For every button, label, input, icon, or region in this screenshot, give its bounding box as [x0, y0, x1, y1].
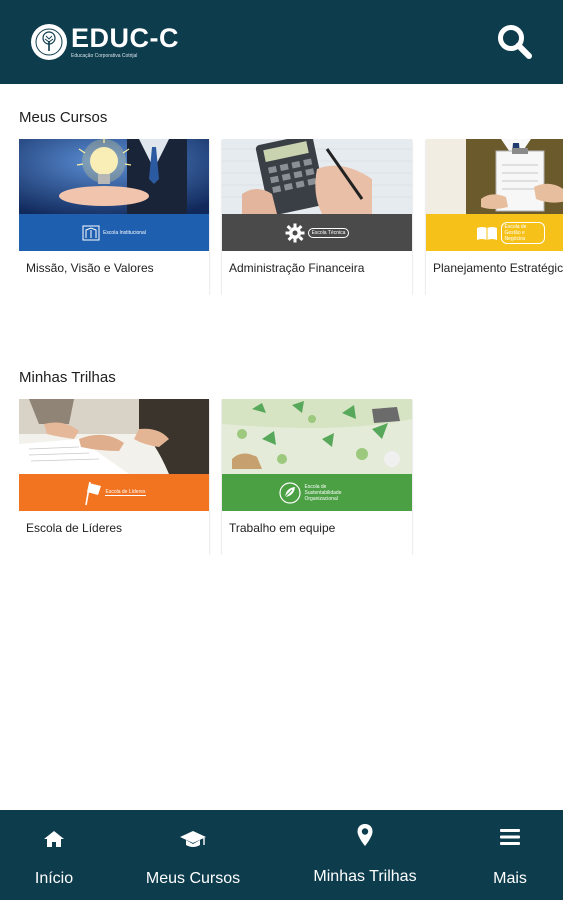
menu-icon: [499, 826, 521, 848]
tree-emblem-icon: [31, 24, 67, 60]
trail-image-sustainability: [222, 399, 412, 474]
trail-title: Escola de Líderes: [26, 521, 123, 535]
nav-my-trails[interactable]: Minhas Trilhas: [305, 810, 425, 900]
trail-card[interactable]: Escola de Líderes Escola de Líderes: [19, 399, 209, 555]
section-title-courses: Meus Cursos: [19, 109, 108, 126]
section-title-trails: Minhas Trilhas: [19, 369, 116, 386]
logo[interactable]: EDUC-C Educação Corporativa Cotrijal: [31, 24, 179, 60]
home-icon: [43, 828, 65, 850]
logo-name: EDUC-C: [71, 22, 179, 53]
trails-carousel[interactable]: Escola de Líderes Escola de Líderes Esco…: [19, 399, 563, 555]
book-icon: [476, 226, 497, 240]
leaf-icon: [278, 481, 301, 504]
course-band: Escola de Gestão e Negócios: [426, 214, 563, 251]
nav-label-courses: Meus Cursos: [145, 870, 241, 887]
trail-card[interactable]: Escola de Sustentabilidade Organizaciona…: [222, 399, 412, 555]
nav-my-courses[interactable]: Meus Cursos: [140, 810, 246, 900]
trail-band: Escola de Líderes: [19, 474, 209, 511]
nav-more[interactable]: Mais: [487, 810, 533, 900]
course-image-calculator: [222, 139, 412, 214]
app-header: EDUC-C Educação Corporativa Cotrijal: [0, 0, 563, 84]
course-title: Missão, Visão e Valores: [26, 261, 154, 275]
gear-icon: [285, 223, 305, 242]
course-card[interactable]: Escola Institucional Missão, Visão e Val…: [19, 139, 209, 295]
course-image-clipboard: [426, 139, 563, 214]
course-title: Administração Financeira: [229, 261, 365, 275]
map-pin-icon: [356, 824, 374, 846]
search-button[interactable]: [495, 22, 535, 62]
graduation-cap-icon: [179, 828, 207, 850]
nav-home[interactable]: Início: [29, 810, 79, 900]
course-band: Escola Técnica: [222, 214, 412, 251]
search-icon: [498, 25, 532, 59]
band-text: Escola de Líderes: [105, 489, 146, 496]
band-text: Escola de Gestão e Negócios: [500, 221, 545, 244]
nav-label-more: Mais: [493, 870, 527, 887]
nav-label-trails: Minhas Trilhas: [313, 868, 417, 885]
trail-image-meeting: [19, 399, 209, 474]
institution-icon: [82, 225, 100, 240]
course-title: Planejamento Estratégico: [433, 261, 563, 275]
course-image-lightbulb: [19, 139, 209, 214]
flag-icon: [85, 481, 102, 505]
trail-band: Escola de Sustentabilidade Organizaciona…: [222, 474, 412, 511]
band-text: Escola de Sustentabilidade Organizaciona…: [304, 483, 342, 502]
band-text: Escola Institucional: [103, 229, 146, 236]
courses-carousel[interactable]: Escola Institucional Missão, Visão e Val…: [19, 139, 563, 295]
nav-label-home: Início: [34, 870, 74, 887]
bottom-navigation: Início Meus Cursos Minhas Trilhas Mais: [0, 810, 563, 900]
course-card[interactable]: Escola de Gestão e Negócios Planejamento…: [426, 139, 563, 295]
course-band: Escola Institucional: [19, 214, 209, 251]
band-text: Escola Técnica: [307, 227, 350, 238]
trail-title: Trabalho em equipe: [229, 521, 336, 535]
logo-tagline: Educação Corporativa Cotrijal: [71, 52, 138, 59]
course-card[interactable]: Escola Técnica Administração Financeira: [222, 139, 412, 295]
